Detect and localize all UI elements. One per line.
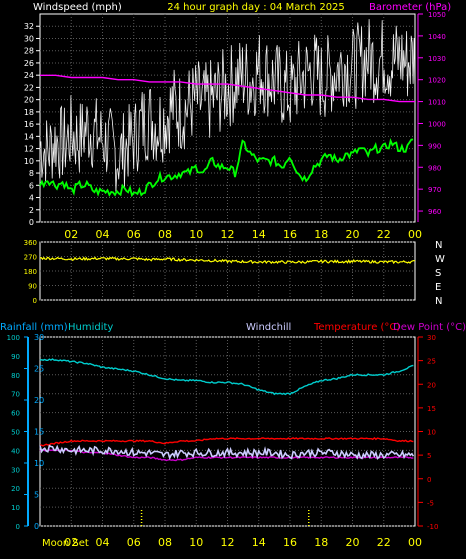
compass-label-e: E: [435, 282, 441, 293]
hour-tick-label: 06: [127, 536, 141, 549]
direction-tick-label: 270: [24, 254, 37, 262]
humidity-axis-title: Humidity: [68, 322, 113, 333]
temperature-tick-label: 20: [427, 381, 436, 389]
humidity-tick-label: 40: [11, 447, 20, 455]
humidity-tick-label: 70: [11, 391, 20, 399]
compass-label-w: W: [435, 254, 445, 265]
barometer-tick-label: 1050: [428, 11, 446, 19]
hour-tick-label: 12: [221, 228, 235, 241]
temperature-tick-label: 0: [427, 476, 431, 484]
humidity-tick-label: 20: [11, 485, 20, 493]
hour-tick-label: 18: [314, 228, 328, 241]
hour-tick-label: 04: [96, 228, 110, 241]
hour-tick-label: 20: [346, 536, 360, 549]
windspeed-tick-label: 16: [24, 120, 34, 129]
windspeed-tick-label: 2: [29, 206, 34, 215]
rainfall-tick-label: 15: [34, 428, 44, 437]
rainfall-tick-label: 10: [34, 459, 44, 468]
windspeed-tick-label: 20: [24, 96, 34, 105]
hour-tick-label: 10: [189, 228, 203, 241]
rainfall-tick-label: 0: [34, 522, 39, 531]
temperature-tick-label: -10: [427, 523, 438, 531]
hour-tick-label: 12: [221, 536, 235, 549]
chart-title: 24 hour graph day : 04 March 2025: [167, 2, 345, 13]
windspeed-tick-label: 32: [24, 22, 34, 31]
compass-label-n-top: N: [435, 240, 442, 251]
humidity-tick-label: 80: [11, 372, 20, 380]
hour-tick-label: 00: [408, 536, 422, 549]
temperature-tick-label: 10: [427, 429, 436, 437]
temperature-tick-label: 25: [427, 358, 436, 366]
direction-tick-label: 90: [28, 283, 37, 291]
temperature-tick-label: 5: [427, 452, 431, 460]
temperature-axis-title: Temperature (°C): [313, 322, 400, 333]
dewpoint-axis-title: Dew Point (°C): [393, 322, 466, 333]
barometer-tick-label: 960: [428, 208, 441, 216]
windspeed-tick-label: 22: [24, 83, 34, 92]
humidity-tick-label: 10: [11, 504, 20, 512]
barometer-tick-label: 1020: [428, 77, 446, 85]
hour-tick-label: 18: [314, 536, 328, 549]
hour-tick-label: 16: [283, 228, 297, 241]
compass-label-n-bottom: N: [435, 296, 442, 307]
hour-tick-label: 04: [96, 536, 110, 549]
barometer-tick-label: 980: [428, 164, 441, 172]
direction-tick-label: 0: [33, 297, 37, 305]
rainfall-tick-label: 25: [34, 365, 44, 374]
windspeed-tick-label: 26: [24, 59, 34, 68]
temperature-tick-label: 30: [427, 334, 436, 342]
compass-label-s: S: [435, 268, 441, 279]
humidity-tick-label: 50: [11, 429, 20, 437]
barometer-tick-label: 990: [428, 142, 441, 150]
windspeed-tick-label: 12: [24, 145, 34, 154]
hour-tick-label: 10: [189, 536, 203, 549]
hour-tick-label: 16: [283, 536, 297, 549]
windspeed-tick-label: 28: [24, 47, 34, 56]
windchill-legend: Windchill: [246, 322, 291, 333]
hour-tick-label: 08: [158, 536, 172, 549]
temperature-tick-label: 15: [427, 405, 436, 413]
barometer-tick-label: 970: [428, 186, 441, 194]
humidity-tick-label: 0: [16, 523, 20, 531]
windspeed-tick-label: 18: [24, 108, 34, 117]
hour-tick-label: 02: [64, 228, 78, 241]
humidity-tick-label: 30: [11, 466, 20, 474]
hour-tick-label: 06: [127, 228, 141, 241]
windspeed-tick-label: 8: [29, 169, 34, 178]
rainfall-tick-label: 30: [34, 333, 44, 342]
direction-tick-label: 360: [24, 239, 37, 247]
moon-set-label: Moon Set: [42, 538, 89, 549]
humidity-tick-label: 100: [7, 334, 20, 342]
windspeed-tick-label: 24: [24, 71, 34, 80]
barometer-tick-label: 1010: [428, 99, 446, 107]
hour-tick-label: 22: [377, 228, 391, 241]
rainfall-axis-title: Rainfall (mm): [0, 322, 68, 333]
barometer-tick-label: 1040: [428, 33, 446, 41]
weather-graph: Windspeed (mph) 24 hour graph day : 04 M…: [0, 0, 466, 555]
hour-tick-label: 08: [158, 228, 172, 241]
direction-tick-label: 180: [24, 268, 37, 276]
hour-tick-label: 14: [252, 228, 266, 241]
hour-tick-label: 00: [408, 228, 422, 241]
windspeed-tick-label: 4: [29, 194, 34, 203]
rainfall-tick-label: 20: [34, 396, 44, 405]
windspeed-tick-label: 10: [24, 157, 34, 166]
rainfall-tick-label: 5: [34, 491, 39, 500]
barometer-tick-label: 1030: [428, 55, 446, 63]
temperature-tick-label: -5: [427, 499, 434, 507]
humidity-tick-label: 90: [11, 353, 20, 361]
windspeed-tick-label: 30: [24, 34, 34, 43]
hour-tick-label: 22: [377, 536, 391, 549]
humidity-tick-label: 60: [11, 410, 20, 418]
windspeed-axis-title: Windspeed (mph): [33, 2, 122, 13]
windspeed-tick-label: 14: [24, 132, 34, 141]
barometer-tick-label: 1000: [428, 120, 446, 128]
hour-tick-label: 14: [252, 536, 266, 549]
windspeed-tick-label: 0: [29, 218, 34, 227]
hour-tick-label: 20: [346, 228, 360, 241]
windspeed-tick-label: 6: [29, 181, 34, 190]
